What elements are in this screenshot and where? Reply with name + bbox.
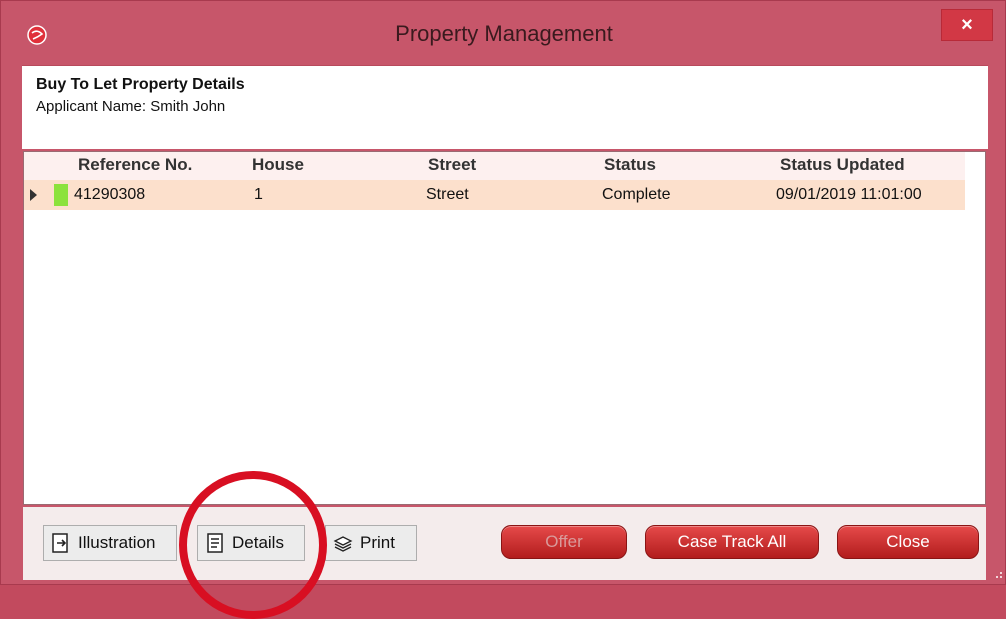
illustration-icon [52, 533, 68, 553]
property-details-header: Buy To Let Property Details Applicant Na… [22, 65, 988, 149]
case-track-all-button[interactable]: Case Track All [645, 525, 819, 559]
row-selector-icon [30, 189, 37, 201]
property-management-window: Property Management × Buy To Let Propert… [0, 0, 1006, 619]
column-header-house[interactable]: House [252, 155, 304, 175]
window-title: Property Management [395, 21, 613, 46]
button-bar: Illustration Details Print Offer Case Tr… [23, 507, 986, 580]
close-window-button[interactable]: × [941, 9, 993, 41]
status-flag [54, 184, 68, 206]
cell-status: Complete [602, 186, 671, 203]
column-header-street[interactable]: Street [428, 155, 476, 175]
cell-house: 1 [254, 186, 263, 203]
highlight-circle-annotation [179, 471, 327, 619]
grid-header: Reference No. House Street Status Status… [24, 152, 965, 180]
cell-street: Street [426, 186, 469, 203]
column-header-reference[interactable]: Reference No. [78, 155, 192, 175]
print-icon [333, 536, 353, 552]
section-title: Buy To Let Property Details [36, 76, 245, 93]
offer-button[interactable]: Offer [501, 525, 627, 559]
close-button[interactable]: Close [837, 525, 979, 559]
applicant-name: Applicant Name: Smith John [36, 98, 226, 115]
table-row[interactable]: 41290308 1 Street Complete 09/01/2019 11… [24, 180, 965, 210]
column-header-status-updated[interactable]: Status Updated [780, 155, 905, 175]
cell-reference: 41290308 [74, 186, 146, 203]
cell-status-updated: 09/01/2019 11:01:00 [776, 186, 922, 203]
illustration-button[interactable]: Illustration [43, 525, 177, 561]
property-grid[interactable]: Reference No. House Street Status Status… [23, 151, 986, 505]
resize-grip-icon[interactable] [993, 571, 1003, 581]
title-bar[interactable]: Property Management × [1, 1, 1006, 63]
illustration-label: Illustration [78, 533, 156, 552]
column-header-status[interactable]: Status [604, 155, 656, 175]
print-button[interactable]: Print [325, 525, 417, 561]
print-label: Print [360, 533, 395, 552]
